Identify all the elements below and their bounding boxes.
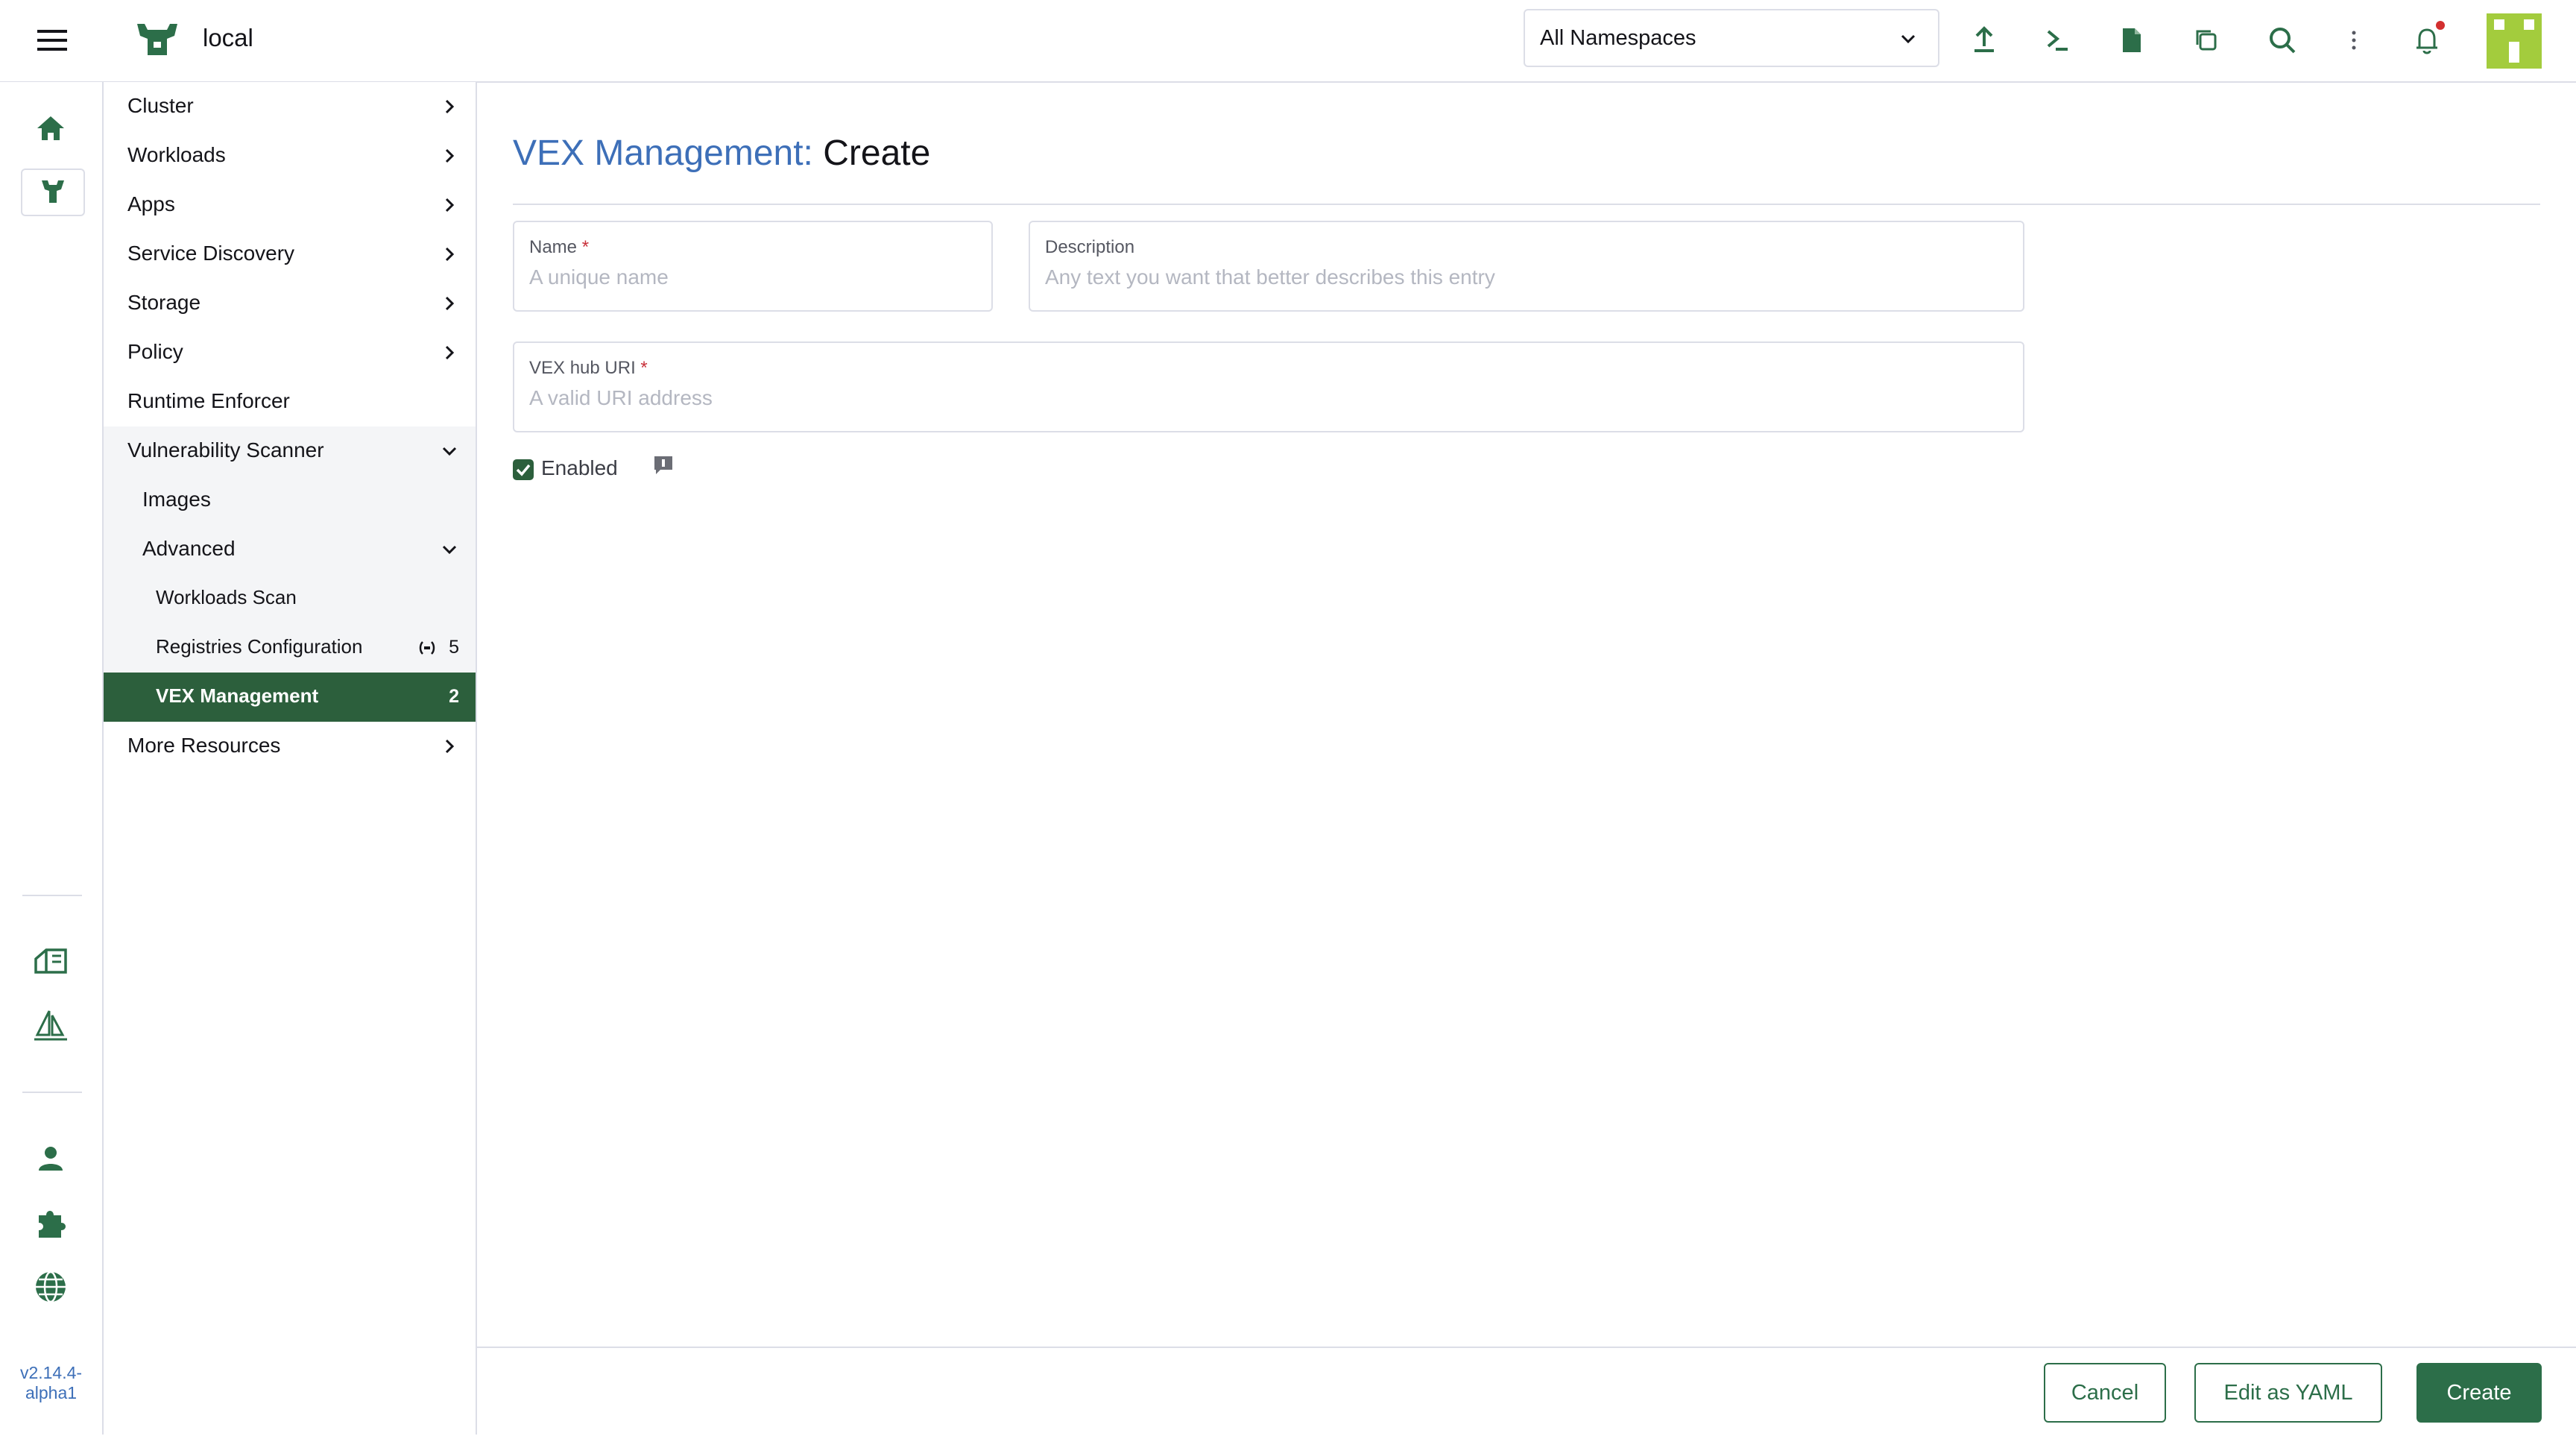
apps-marketplace-icon[interactable] — [30, 1005, 72, 1047]
nav-label: Workloads Scan — [156, 586, 297, 608]
chevron-down-icon — [440, 540, 459, 559]
nav-label: More Resources — [127, 734, 281, 757]
menu-icon[interactable] — [30, 22, 75, 60]
form-footer: Cancel Edit as YAML Create — [477, 1347, 2576, 1436]
fleet-icon[interactable] — [30, 939, 72, 981]
namespace-select-value: All Namespaces — [1540, 26, 1696, 50]
cluster-icon[interactable] — [21, 169, 85, 216]
nav-label: VEX Management — [156, 684, 319, 707]
title-divider — [513, 204, 2540, 205]
name-field[interactable]: Name * — [513, 221, 993, 312]
search-icon[interactable] — [2263, 21, 2302, 60]
chevron-right-icon — [440, 146, 459, 166]
chevron-down-icon — [1898, 28, 1919, 49]
rail-divider — [22, 1092, 82, 1093]
chevron-right-icon — [440, 245, 459, 264]
more-vert-icon[interactable] — [2334, 21, 2373, 60]
user-avatar-icon[interactable] — [2487, 13, 2542, 69]
cluster-logo-icon — [134, 19, 180, 61]
nav-group-cluster[interactable]: Cluster — [104, 82, 476, 131]
import-yaml-icon[interactable] — [1965, 21, 2004, 60]
nav-label: Storage — [127, 291, 201, 314]
description-field-label: Description — [1045, 237, 1135, 257]
info-icon[interactable] — [653, 455, 674, 476]
rail-divider — [22, 895, 82, 896]
chevron-right-icon — [440, 195, 459, 215]
nav-label: Registries Configuration — [156, 635, 363, 658]
copy-kubeconfig-icon[interactable] — [2187, 21, 2226, 60]
chevron-down-icon — [440, 441, 459, 461]
cancel-button[interactable]: Cancel — [2044, 1363, 2166, 1423]
page-title: VEX Management: Create — [513, 133, 930, 174]
chevron-right-icon — [440, 294, 459, 313]
enabled-label: Enabled — [541, 456, 618, 479]
chevron-right-icon — [440, 737, 459, 756]
nav-label: Service Discovery — [127, 242, 295, 265]
description-field[interactable]: Description — [1029, 221, 2024, 312]
edit-as-yaml-button[interactable]: Edit as YAML — [2194, 1363, 2382, 1423]
nav-group-apps[interactable]: Apps — [104, 180, 476, 230]
cluster-name[interactable]: local — [203, 24, 253, 52]
nav-group-storage[interactable]: Storage — [104, 279, 476, 328]
description-input[interactable] — [1045, 265, 1939, 289]
nav-item-workloads-scan[interactable]: Workloads Scan — [104, 574, 476, 623]
namespace-select[interactable]: All Namespaces — [1524, 9, 1939, 67]
nav-item-registries-configuration[interactable]: Registries Configuration 5 — [104, 623, 476, 673]
nav-item-runtime-enforcer[interactable]: Runtime Enforcer — [104, 377, 476, 426]
vex-hub-uri-input[interactable] — [529, 386, 1887, 410]
nav-group-vulnerability-scanner[interactable]: Vulnerability Scanner — [104, 426, 476, 476]
app-rail: v2.14.4-alpha1 — [0, 82, 104, 1435]
title-action: Create — [823, 133, 931, 173]
kubeconfig-file-icon[interactable] — [2112, 21, 2151, 60]
nav-count-badge: 5 — [449, 637, 459, 658]
nav-label: Vulnerability Scanner — [127, 438, 324, 462]
vex-hub-uri-field-label: VEX hub URI * — [529, 358, 648, 378]
nav-item-vex-management[interactable]: VEX Management 2 — [104, 673, 476, 722]
extensions-icon[interactable] — [30, 1202, 72, 1244]
nav-group-service-discovery[interactable]: Service Discovery — [104, 230, 476, 279]
nav-group-workloads[interactable]: Workloads — [104, 131, 476, 180]
notifications-icon[interactable] — [2408, 21, 2446, 60]
name-field-label: Name * — [529, 237, 590, 257]
nav-label: Images — [142, 488, 211, 511]
global-settings-icon[interactable] — [30, 1266, 72, 1308]
nav-label: Runtime Enforcer — [127, 389, 290, 412]
nav-item-images[interactable]: Images — [104, 476, 476, 525]
users-icon[interactable] — [30, 1138, 72, 1180]
nav-group-policy[interactable]: Policy — [104, 328, 476, 377]
nav-label: Policy — [127, 340, 183, 363]
namespaced-icon — [417, 638, 437, 658]
version-link[interactable]: v2.14.4-alpha1 — [0, 1363, 102, 1403]
create-button[interactable]: Create — [2416, 1363, 2542, 1423]
enabled-checkbox[interactable] — [513, 459, 534, 480]
home-icon[interactable] — [30, 107, 72, 149]
name-input[interactable] — [529, 265, 959, 289]
nav-label: Workloads — [127, 143, 226, 166]
nav-label: Cluster — [127, 94, 194, 117]
chevron-right-icon — [440, 97, 459, 116]
title-resource-link[interactable]: VEX Management: — [513, 133, 813, 173]
chevron-right-icon — [440, 343, 459, 362]
side-nav: Cluster Workloads Apps Service Discovery… — [104, 82, 477, 1435]
nav-count-badge: 2 — [449, 686, 459, 707]
kubectl-shell-icon[interactable] — [2038, 21, 2077, 60]
vex-hub-uri-field[interactable]: VEX hub URI * — [513, 341, 2024, 432]
main-content: VEX Management: Create Name * Descriptio… — [477, 82, 2576, 1347]
nav-label: Apps — [127, 192, 175, 215]
nav-group-advanced[interactable]: Advanced — [104, 525, 476, 574]
top-header: local All Namespaces — [0, 0, 2576, 83]
nav-label: Advanced — [142, 537, 236, 560]
nav-group-more-resources[interactable]: More Resources — [104, 722, 476, 771]
